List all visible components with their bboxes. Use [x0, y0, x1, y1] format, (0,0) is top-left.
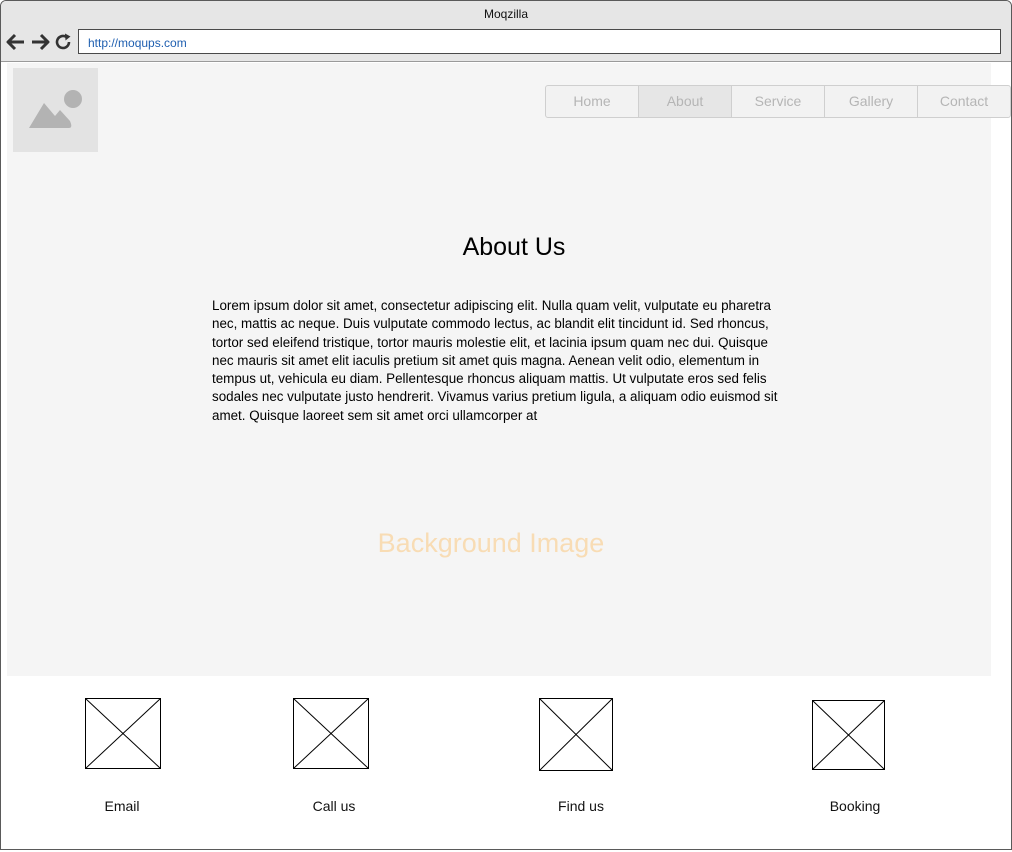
about-paragraph: Lorem ipsum dolor sit amet, consectetur …: [212, 298, 778, 423]
email-image-placeholder[interactable]: [85, 698, 161, 769]
page-title: About Us: [462, 233, 566, 261]
image-placeholder-icon: [293, 698, 369, 769]
reload-icon: [55, 33, 71, 50]
menu-item-about[interactable]: About: [639, 86, 732, 117]
forward-button[interactable]: [30, 32, 50, 52]
booking-image-placeholder[interactable]: [812, 700, 885, 770]
feature-label-find-us: Find us: [558, 798, 604, 814]
reload-button[interactable]: [54, 32, 74, 52]
main-menu: Home About Service Gallery Contact: [545, 85, 1011, 118]
site-logo[interactable]: [13, 68, 98, 152]
arrow-left-icon: [6, 33, 24, 51]
image-placeholder-icon: [539, 698, 613, 771]
menu-item-service[interactable]: Service: [732, 86, 825, 117]
arrow-right-icon: [32, 33, 50, 51]
address-bar[interactable]: http://moqups.com: [78, 29, 1001, 54]
browser-window: Moqzilla http://moqups.com Home About Se…: [0, 0, 1012, 850]
menu-item-contact[interactable]: Contact: [918, 86, 1010, 117]
browser-chrome: Moqzilla http://moqups.com: [1, 1, 1011, 62]
feature-label-booking: Booking: [829, 798, 881, 814]
address-bar-url: http://moqups.com: [88, 36, 187, 50]
background-image-label: Background Image: [377, 528, 605, 558]
feature-label-call-us: Call us: [312, 798, 356, 814]
back-button[interactable]: [6, 32, 26, 52]
call-us-image-placeholder[interactable]: [293, 698, 369, 769]
feature-label-email: Email: [104, 798, 140, 814]
image-placeholder-icon: [812, 700, 885, 770]
window-title: Moqzilla: [483, 7, 528, 21]
image-placeholder-icon: [85, 698, 161, 769]
image-placeholder-icon: [29, 90, 82, 128]
menu-item-home[interactable]: Home: [546, 86, 639, 117]
menu-item-gallery[interactable]: Gallery: [825, 86, 918, 117]
find-us-image-placeholder[interactable]: [539, 698, 613, 771]
